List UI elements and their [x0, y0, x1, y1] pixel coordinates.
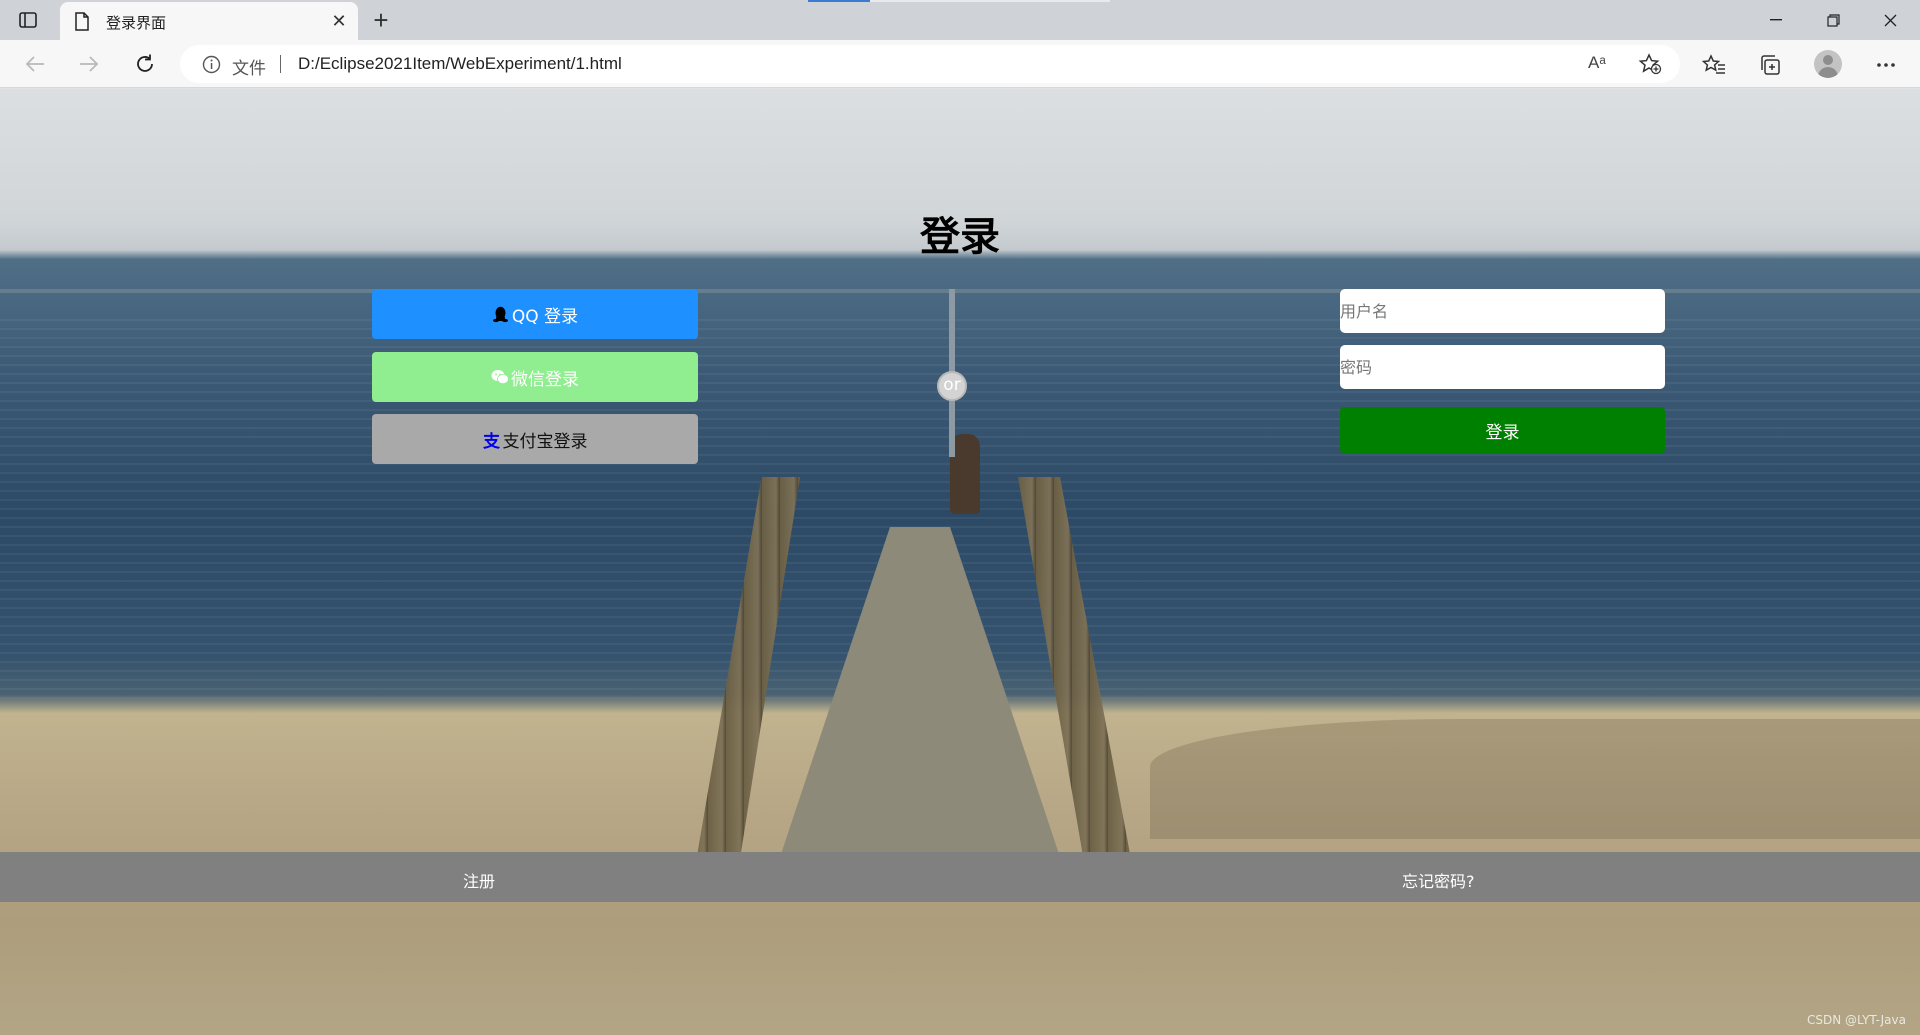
tab-actions-icon [19, 12, 37, 28]
address-scheme-label: 文件 [232, 59, 266, 78]
active-tab[interactable]: 登录界面 ✕ [60, 2, 358, 40]
collections-button[interactable] [1756, 52, 1784, 78]
minimize-icon [1770, 19, 1782, 21]
alipay-login-label: 支付宝登录 [502, 431, 588, 452]
page-title: 登录 [920, 214, 1000, 260]
qq-login-button[interactable]: QQ 登录 [372, 289, 698, 339]
document-icon [75, 12, 89, 31]
login-submit-button[interactable]: 登录 [1340, 407, 1665, 453]
more-icon [1877, 63, 1895, 67]
password-input[interactable] [1340, 345, 1665, 389]
settings-more-button[interactable] [1872, 52, 1900, 78]
alipay-login-button[interactable]: 支 支付宝登录 [372, 414, 698, 464]
qq-login-label: QQ 登录 [511, 306, 579, 327]
wechat-login-button[interactable]: 微信登录 [372, 352, 698, 402]
back-arrow-icon [25, 56, 44, 72]
restore-icon [1826, 13, 1840, 27]
refresh-icon [137, 54, 153, 72]
profile-avatar[interactable] [1814, 50, 1842, 78]
csdn-watermark: CSDN @LYT-Java [1806, 1013, 1906, 1027]
forward-arrow-icon [80, 56, 99, 72]
alipay-icon: 支 [483, 431, 500, 452]
favorites-icon [1702, 54, 1725, 74]
minimize-button[interactable] [1748, 0, 1804, 40]
forward-button[interactable] [72, 48, 106, 80]
back-button[interactable] [18, 48, 52, 80]
tab-strip-accent-light [870, 0, 1110, 2]
page-viewport: 登录 QQ 登录 微信登录 支 支付宝登录 or 登录 注册 忘记密码? CSD… [0, 89, 1920, 1035]
wechat-icon [491, 368, 509, 386]
new-tab-button[interactable]: + [366, 6, 396, 34]
restore-button[interactable] [1805, 0, 1861, 40]
footer-bar: 注册 忘记密码? [0, 852, 1920, 902]
info-icon [202, 55, 221, 74]
close-icon [1884, 14, 1896, 26]
wechat-login-label: 微信登录 [511, 369, 579, 390]
close-window-button[interactable] [1862, 0, 1918, 40]
browser-toolbar: 文件 D:/Eclipse2021Item/WebExperiment/1.ht… [0, 40, 1920, 88]
username-input[interactable] [1340, 289, 1665, 333]
qq-icon [492, 305, 510, 323]
collections-icon [1761, 55, 1780, 75]
read-aloud-icon[interactable]: Aᵃ [1588, 53, 1606, 73]
browser-tab-bar: 登录界面 ✕ + [0, 0, 1920, 40]
tab-title: 登录界面 [106, 15, 167, 32]
tab-strip-accent [808, 0, 870, 2]
or-separator: or [937, 371, 967, 401]
address-separator [280, 55, 281, 73]
register-link[interactable]: 注册 [463, 868, 495, 892]
background-sand-shadow [1150, 719, 1920, 839]
address-bar[interactable]: 文件 D:/Eclipse2021Item/WebExperiment/1.ht… [180, 45, 1680, 83]
refresh-button[interactable] [128, 48, 162, 80]
forgot-password-link[interactable]: 忘记密码? [1402, 868, 1475, 892]
close-tab-icon[interactable]: ✕ [328, 10, 350, 32]
url-text[interactable]: D:/Eclipse2021Item/WebExperiment/1.html [298, 54, 622, 74]
add-favorite-icon[interactable] [1638, 53, 1662, 75]
favorites-button[interactable] [1700, 52, 1728, 78]
tab-actions-button[interactable] [14, 8, 42, 32]
